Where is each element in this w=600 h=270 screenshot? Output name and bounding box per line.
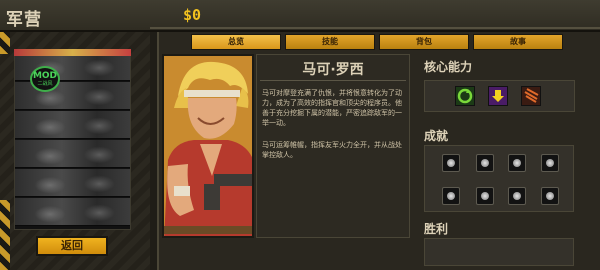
hero-bio-text-2: 马可运筹帷幄，指挥友军火力全开，并从战处掌控敌人。 (262, 141, 402, 159)
hero-portrait (162, 54, 254, 238)
achievement-medal-icon[interactable] (442, 154, 460, 172)
roster-selected-strip (14, 49, 131, 56)
hazard-stripe-top (0, 32, 10, 54)
roster-portrait[interactable] (15, 111, 130, 139)
page-title: 军营 (6, 10, 42, 30)
roster-portrait[interactable] (15, 140, 130, 168)
achievement-medal-icon[interactable] (442, 187, 460, 205)
mod-badge: MOD 二战风 (30, 66, 60, 92)
hero-portrait-art (164, 56, 252, 236)
claw-skill-icon[interactable] (521, 86, 541, 106)
mod-badge-text: MOD (32, 70, 58, 81)
achievements-title: 成就 (424, 129, 449, 143)
achievement-medal-icon[interactable] (541, 187, 559, 205)
achievement-medal-icon[interactable] (476, 154, 494, 172)
achievement-medal-icon[interactable] (508, 187, 526, 205)
back-button[interactable]: 返回 (36, 236, 108, 256)
hero-bio-text: 马可对摩登充满了仇恨，并将恨意转化为了动力，成为了高效的指挥官和顶尖的程序员。他… (262, 89, 402, 127)
core-abilities-title: 核心能力 (424, 60, 473, 74)
roster-portrait[interactable] (15, 198, 130, 226)
roster-portrait[interactable] (15, 169, 130, 197)
airstrike-skill-icon[interactable] (488, 86, 508, 106)
name-divider (260, 80, 406, 81)
mod-badge-sub: 二战风 (37, 80, 53, 87)
achievement-medal-icon[interactable] (508, 154, 526, 172)
reload-skill-icon[interactable] (455, 86, 475, 106)
tab-skills[interactable]: 技能 (285, 34, 375, 50)
hazard-stripe-bottom (0, 200, 10, 270)
tab-bar: 总览 技能 背包 故事 (161, 33, 593, 51)
achievement-medal-icon[interactable] (476, 187, 494, 205)
achievement-medal-icon[interactable] (541, 154, 559, 172)
hero-name: 马可·罗西 (302, 62, 364, 78)
tab-story[interactable]: 故事 (473, 34, 563, 50)
wins-box (424, 238, 574, 266)
wins-title: 胜利 (424, 222, 449, 236)
money-counter: $0 (183, 6, 202, 24)
tab-overview[interactable]: 总览 (191, 34, 281, 50)
top-bar: 军营 $0 (0, 0, 600, 32)
tab-inventory[interactable]: 背包 (379, 34, 469, 50)
